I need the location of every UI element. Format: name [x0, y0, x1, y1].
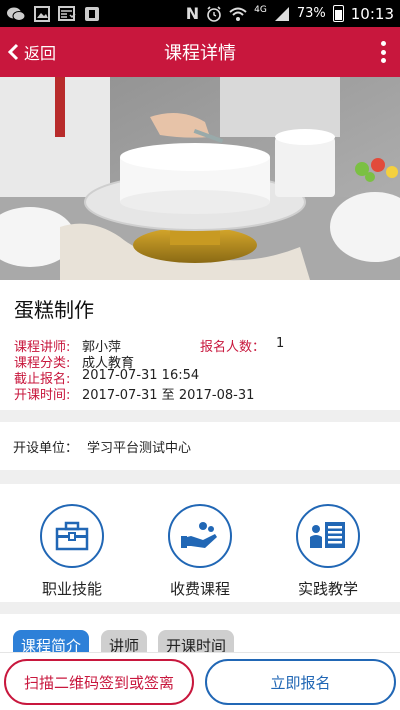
teacher-board-icon	[310, 522, 345, 548]
alarm-icon	[207, 5, 221, 22]
title-bar: 返回 课程详情	[0, 27, 400, 77]
course-title: 蛋糕制作	[14, 298, 94, 322]
back-label: 返回	[24, 44, 57, 63]
wifi-icon	[229, 7, 247, 21]
chevron-left-icon	[7, 43, 19, 61]
more-vertical-icon[interactable]	[378, 41, 388, 63]
category-label: 职业技能	[41, 580, 102, 598]
page-title: 课程详情	[164, 43, 236, 64]
enroll-count-value: 1	[276, 336, 285, 351]
hand-money-icon	[181, 522, 217, 548]
signal-icon	[274, 6, 289, 21]
cake-decorating-photo	[0, 77, 400, 280]
enroll-count-row: 报名人数： 1	[200, 336, 284, 355]
system-icons: N 4G 73% 10:13	[186, 5, 394, 23]
toolbox-icon	[55, 521, 89, 551]
scan-qr-checkin-button[interactable]: 扫描二维码签到或签离	[4, 659, 194, 705]
period-value: 2017-07-31 至 2017-08-31	[82, 388, 255, 403]
organizer-label: 开设单位：	[13, 440, 79, 456]
enroll-now-button[interactable]: 立即报名	[205, 659, 396, 705]
nfc-icon: N	[185, 3, 200, 23]
period-row: 开课时间: 2017-07-31 至 2017-08-31	[14, 384, 254, 403]
period-label: 开课时间:	[14, 388, 71, 403]
screen: N 4G 73% 10:13 返回 课程详情 蛋糕制作 课程讲师: 郭小萍 报名…	[0, 0, 400, 710]
enroll-count-label: 报名人数：	[200, 340, 266, 355]
hand-money-icon-circle	[168, 504, 232, 568]
bottom-action-bar: 扫描二维码签到或签离 立即报名	[0, 652, 400, 710]
category-paid-courses[interactable]: 收费课程	[155, 504, 245, 599]
network-type: 4G	[254, 4, 267, 15]
wechat-icon	[7, 7, 26, 21]
news-icon	[58, 5, 76, 21]
organizer-card: 开设单位： 学习平台测试中心	[0, 422, 400, 470]
category-label: 实践教学	[297, 580, 358, 598]
battery-percent: 73%	[296, 6, 326, 21]
organizer-value: 学习平台测试中心	[87, 440, 192, 456]
clock: 10:13	[350, 4, 394, 23]
category-practical-teaching[interactable]: 实践教学	[283, 504, 373, 599]
back-button[interactable]: 返回	[6, 27, 56, 77]
course-info-card: 蛋糕制作 课程讲师: 郭小萍 报名人数： 1 课程分类: 成人教育 截止报名: …	[0, 280, 400, 410]
gallery-icon	[34, 5, 50, 22]
course-hero-image	[0, 77, 400, 280]
teacher-board-icon-circle	[296, 504, 360, 568]
battery-icon	[332, 5, 344, 22]
status-bar: N 4G 73% 10:13	[0, 0, 400, 27]
toolbox-icon-circle	[40, 504, 104, 568]
notification-icons	[6, 5, 100, 22]
category-tiles: 职业技能 收费课程 实践教学	[0, 484, 400, 602]
app-icon	[85, 6, 99, 21]
category-vocational-skills[interactable]: 职业技能	[27, 504, 117, 599]
category-label: 收费课程	[169, 580, 230, 598]
